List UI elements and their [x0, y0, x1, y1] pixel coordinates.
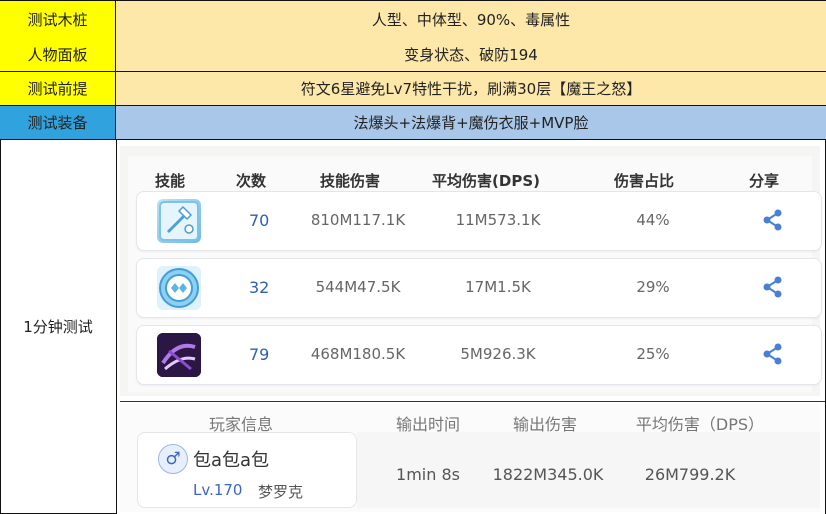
share-icon[interactable] [761, 208, 785, 232]
player-class: 梦罗克 [258, 483, 304, 501]
male-gender-icon: ♂ [158, 444, 188, 474]
skill-count: 70 [249, 211, 270, 230]
sword-skill-icon [157, 199, 201, 243]
row-test-premise: 测试前提 符文6星避免Lv7特性干扰，刷满30层【魔王之怒】 [0, 72, 826, 106]
panel-divider [120, 401, 825, 402]
label-one-minute-test[interactable]: 1分钟测试 [0, 140, 117, 514]
header-share: 分享 [748, 172, 780, 190]
header-count: 次数 [235, 172, 267, 190]
skill-ratio: 29% [636, 278, 670, 296]
skill-damage: 810M117.1K [310, 211, 406, 229]
skill-row[interactable]: 32 544M47.5K 17M1.5K 29% [136, 258, 822, 318]
player-name: 包a包a包 [193, 450, 270, 471]
player-avg-dps: 26M799.2K [644, 465, 736, 484]
row-test-equip: 测试装备 法爆头+法爆背+魔伤衣服+MVP脸 [0, 106, 826, 140]
player-output-time: 1min 8s [396, 465, 460, 484]
skill-row[interactable]: 70 810M117.1K 11M573.1K 44% [136, 191, 822, 251]
skill-avg-dps: 11M573.1K [455, 211, 541, 229]
value-test-dummy[interactable]: 人型、中体型、90%、毒属性 [116, 1, 826, 38]
player-output-damage: 1822M345.0K [492, 465, 604, 484]
header-avg-dps: 平均伤害(DPS) [432, 172, 540, 190]
player-card[interactable]: ♂ 包a包a包 Lv.170 梦罗克 [137, 432, 357, 508]
skill-damage-panel-inner: 技能 次数 技能伤害 平均伤害(DPS) 伤害占比 分享 70 810M117.… [128, 156, 822, 392]
label-test-equip[interactable]: 测试装备 [0, 106, 116, 139]
skill-damage: 544M47.5K [315, 278, 401, 296]
skill-avg-dps: 17M1.5K [465, 278, 531, 296]
skill-count: 32 [249, 278, 270, 297]
header-skill: 技能 [154, 172, 186, 190]
skill-row[interactable]: 79 468M180.5K 5M926.3K 25% [136, 325, 822, 385]
skill-ratio: 25% [636, 345, 670, 363]
skill-avg-dps: 5M926.3K [460, 345, 536, 363]
row-char-panel: 人物面板 变身状态、破防194 [0, 38, 826, 72]
dark-vortex-skill-icon [157, 333, 201, 377]
label-test-premise[interactable]: 测试前提 [0, 72, 116, 105]
player-level: Lv.170 [193, 481, 243, 499]
value-char-panel[interactable]: 变身状态、破防194 [116, 38, 826, 71]
skill-damage: 468M180.5K [310, 345, 406, 363]
header-damage-ratio: 伤害占比 [613, 172, 675, 190]
value-test-equip[interactable]: 法爆头+法爆背+魔伤衣服+MVP脸 [116, 106, 826, 139]
label-char-panel[interactable]: 人物面板 [0, 38, 116, 71]
frost-orb-skill-icon [157, 266, 201, 310]
row-test-dummy: 测试木桩 人型、中体型、90%、毒属性 [0, 0, 826, 39]
skill-count: 79 [249, 345, 270, 364]
value-test-premise[interactable]: 符文6星避免Lv7特性干扰，刷满30层【魔王之怒】 [116, 72, 826, 105]
player-info-panel: 玩家信息 输出时间 输出伤害 平均伤害（DPS） ♂ 包a包a包 Lv.170 … [120, 404, 820, 512]
skill-damage-panel: 技能 次数 技能伤害 平均伤害(DPS) 伤害占比 分享 70 810M117.… [120, 146, 822, 396]
label-test-dummy[interactable]: 测试木桩 [0, 1, 116, 38]
share-icon[interactable] [761, 275, 785, 299]
skill-ratio: 44% [636, 211, 670, 229]
spreadsheet: 测试木桩 人型、中体型、90%、毒属性 人物面板 变身状态、破防194 测试前提… [0, 0, 826, 514]
header-skill-damage: 技能伤害 [319, 172, 381, 190]
share-icon[interactable] [761, 342, 785, 366]
